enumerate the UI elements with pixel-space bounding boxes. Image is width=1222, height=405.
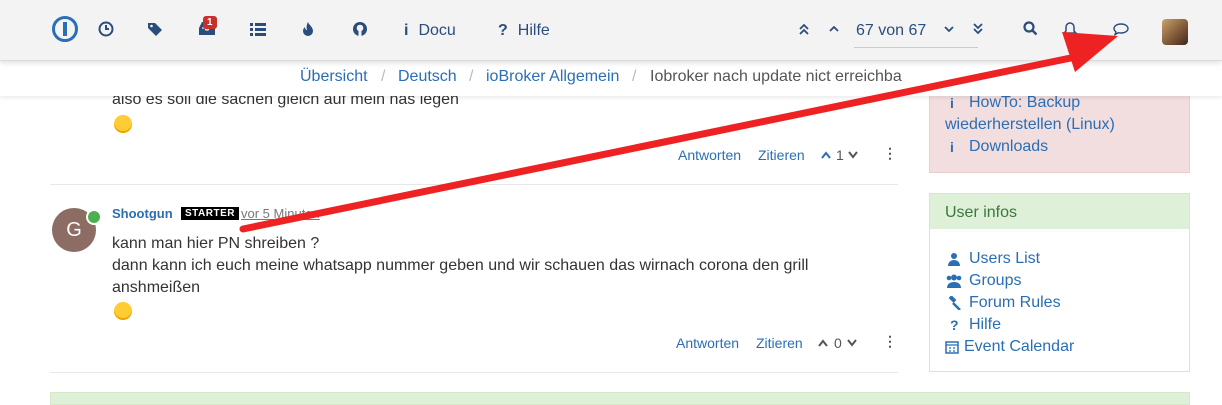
categories-button[interactable]	[249, 18, 267, 44]
post-menu-button[interactable]: ⋮	[883, 333, 897, 350]
chevron-down-icon	[847, 147, 859, 163]
docu-label: Docu	[418, 22, 456, 39]
chevron-down-icon	[846, 335, 858, 351]
vote-count[interactable]: 0	[834, 335, 842, 351]
bell-icon	[1062, 21, 1078, 42]
post-divider	[50, 372, 898, 373]
double-chevron-up-icon	[798, 22, 810, 41]
first-post-button[interactable]	[798, 18, 810, 44]
vote-count[interactable]: 1	[836, 147, 844, 163]
github-icon	[352, 21, 368, 42]
pagination-label: 67 von 67	[856, 22, 927, 39]
search-button[interactable]	[1023, 18, 1038, 44]
users-list-link[interactable]: Users List	[969, 250, 1040, 268]
quote-button[interactable]: Zitieren	[758, 147, 805, 163]
top-navbar: 1 i Docu ? Hilfe 67 von 67	[0, 0, 1222, 61]
online-status-icon	[86, 209, 102, 225]
chevron-up-icon	[820, 147, 832, 163]
user-avatar[interactable]	[1162, 19, 1188, 45]
breadcrumb-deutsch[interactable]: Deutsch	[398, 68, 457, 86]
upvote-button[interactable]	[820, 147, 832, 163]
notifications-badge: 1	[203, 16, 217, 29]
breadcrumb-current-topic: Iobroker nach update nict erreichba	[650, 68, 902, 85]
clock-icon	[98, 21, 114, 42]
notifications-button[interactable]	[1062, 18, 1078, 44]
list-icon	[249, 21, 267, 42]
post-author-name[interactable]: Shootgun	[112, 206, 173, 221]
info-icon: i	[950, 95, 954, 111]
tags-button[interactable]	[147, 18, 165, 44]
howto-backup-link[interactable]: HowTo: Backup	[969, 94, 1080, 112]
gavel-icon	[946, 295, 962, 313]
howto-backup-link-line2[interactable]: wiederherstellen (Linux)	[945, 116, 1115, 134]
quote-button[interactable]: Zitieren	[756, 335, 803, 351]
post-2-text-line: kann man hier PN shreiben ?	[112, 235, 320, 252]
upvote-button[interactable]	[817, 335, 829, 351]
info-icon: i	[404, 22, 409, 39]
downvote-button[interactable]	[847, 147, 859, 163]
next-post-button[interactable]	[943, 18, 955, 44]
double-chevron-down-icon	[972, 22, 984, 41]
post-menu-button[interactable]: ⋮	[883, 145, 897, 162]
search-icon	[1023, 21, 1038, 41]
reply-button[interactable]: Antworten	[678, 147, 741, 163]
popular-button[interactable]	[301, 18, 315, 44]
forum-rules-link[interactable]: Forum Rules	[969, 294, 1061, 312]
pagination-counter[interactable]: 67 von 67	[856, 18, 926, 44]
user-icon	[948, 252, 960, 269]
prev-post-button[interactable]	[828, 18, 840, 44]
event-calendar-link[interactable]: Event Calendar	[964, 338, 1074, 356]
downloads-link[interactable]: Downloads	[969, 138, 1048, 156]
breadcrumb-iobroker-allgemein[interactable]: ioBroker Allgemein	[486, 68, 619, 86]
breadcrumb-separator: /	[632, 68, 637, 85]
breadcrumb: Übersicht / Deutsch / ioBroker Allgemein…	[0, 60, 1222, 96]
wink-emoji-icon	[114, 302, 132, 320]
breadcrumb-overview[interactable]: Übersicht	[300, 68, 368, 86]
reply-button[interactable]: Antworten	[676, 335, 739, 351]
chevron-down-icon	[943, 22, 955, 40]
breadcrumb-separator: /	[469, 68, 474, 85]
question-icon: ?	[498, 22, 508, 39]
fire-icon	[301, 21, 315, 42]
post-2-text-line: anshmeißen	[112, 279, 201, 296]
hilfe-link[interactable]: Hilfe	[969, 316, 1001, 334]
avatar-letter: G	[66, 218, 82, 241]
last-post-button[interactable]	[972, 18, 984, 44]
next-panel-edge	[50, 392, 1190, 405]
info-icon: i	[950, 139, 954, 155]
docu-button[interactable]: i Docu	[404, 18, 456, 44]
breadcrumb-separator: /	[381, 68, 386, 85]
groups-link[interactable]: Groups	[969, 272, 1021, 290]
post-divider	[50, 184, 898, 185]
chat-icon	[1112, 21, 1130, 42]
post-timestamp[interactable]: vor 5 Minuten	[241, 206, 320, 221]
pagination-progress	[854, 47, 978, 48]
user-infos-title: User infos	[945, 204, 1018, 221]
recent-button[interactable]	[98, 18, 114, 44]
starter-badge: STARTER	[181, 207, 239, 220]
smile-emoji-icon	[114, 115, 132, 133]
question-icon: ?	[950, 317, 959, 333]
downvote-button[interactable]	[846, 335, 858, 351]
chevron-up-icon	[817, 335, 829, 351]
post-2-text-line: dann kann ich euch meine whatsapp nummer…	[112, 257, 809, 274]
chevron-up-icon	[828, 22, 840, 40]
tags-icon	[147, 21, 165, 42]
group-icon	[945, 274, 963, 291]
chats-button[interactable]	[1112, 18, 1130, 44]
hilfe-button[interactable]: ? Hilfe	[498, 18, 550, 44]
github-button[interactable]	[352, 18, 368, 44]
calendar-icon	[945, 340, 959, 357]
hilfe-label: Hilfe	[517, 22, 550, 39]
iobroker-logo[interactable]	[52, 16, 78, 42]
